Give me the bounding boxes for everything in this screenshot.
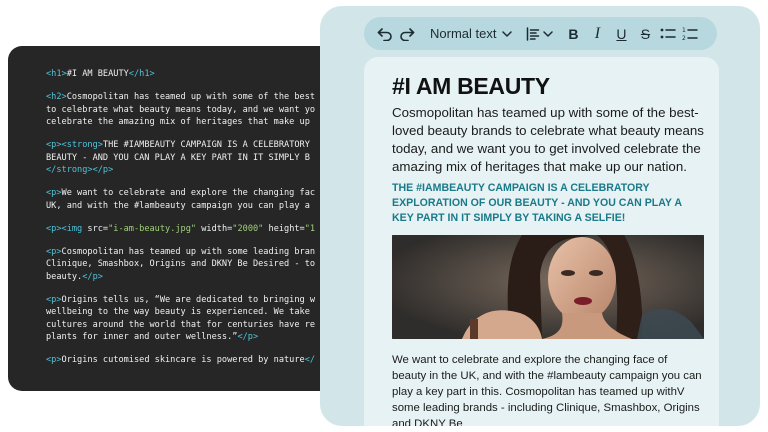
- code-token: </p>: [92, 165, 114, 175]
- redo-button[interactable]: [396, 22, 418, 46]
- code-token: UK, and with the #lambeauty campaign you…: [46, 200, 310, 211]
- code-lines: <h1>#I AM BEAUTY</h1> <h2>Cosmopolitan ha…: [46, 68, 338, 367]
- text-style-dropdown[interactable]: Normal text: [430, 22, 513, 46]
- align-left-icon: [527, 26, 540, 41]
- code-line: <p>Origins tells us, “We are dedicated t…: [46, 294, 338, 307]
- code-token: <p>: [46, 223, 62, 234]
- code-token: <strong>: [61, 140, 103, 150]
- bullet-list-icon: [661, 28, 677, 38]
- code-token: height=: [263, 223, 305, 234]
- code-token: THE #IAMBEAUTY CAMPAIGN IS A CELEBRATORY: [102, 140, 310, 150]
- code-line: <h1>#I AM BEAUTY</h1>: [46, 68, 338, 81]
- code-token: <img: [61, 223, 88, 234]
- code-token: src=: [87, 223, 109, 234]
- code-token: celebrate the amazing mix of heritages t…: [46, 117, 310, 127]
- code-token: wellbeing to the way beauty is experienc…: [46, 307, 310, 317]
- align-dropdown[interactable]: [526, 22, 554, 46]
- code-line: cultures around the world that for centu…: [46, 319, 338, 332]
- code-line: <p>Cosmopolitan has teamed up with some …: [46, 246, 338, 259]
- code-token: We want to celebrate and explore the cha…: [61, 188, 316, 198]
- numbered-list-button[interactable]: 1 2: [679, 22, 701, 46]
- code-line: BEAUTY - AND YOU CAN PLAY A KEY PART IN …: [46, 152, 338, 165]
- bullet-list-button[interactable]: [657, 22, 679, 46]
- code-line: celebrate the amazing mix of heritages t…: [46, 116, 338, 129]
- undo-button[interactable]: [374, 22, 396, 46]
- code-token: "1: [304, 223, 316, 234]
- code-line: <p>Origins cutomised skincare is powered…: [46, 354, 338, 367]
- redo-icon: [400, 27, 415, 41]
- code-token: <p>: [46, 294, 62, 305]
- undo-icon: [377, 27, 392, 41]
- code-token: <p>: [46, 355, 62, 365]
- code-line: </strong></p>: [46, 164, 338, 177]
- code-line: Clinique, Smashbox, Origins and DKNY Be …: [46, 258, 338, 271]
- numbered-list-icon: 1 2: [682, 27, 699, 42]
- rich-text-editor: Normal text B I U S 1 2 #I AM BEAUTY Cos…: [320, 6, 760, 426]
- code-line: plants for inner and outer wellness.”</p…: [46, 331, 338, 344]
- document-title[interactable]: #I AM BEAUTY: [392, 73, 705, 100]
- italic-button[interactable]: I: [585, 22, 609, 46]
- code-token: width=: [196, 223, 233, 234]
- code-token: <p>: [46, 188, 62, 198]
- code-line: <p><img src="i-am-beauty.jpg" width="200…: [46, 223, 338, 236]
- chevron-down-icon: [502, 30, 513, 37]
- code-line: <p><strong>THE #IAMBEAUTY CAMPAIGN IS A …: [46, 139, 338, 152]
- code-line: <h2>Cosmopolitan has teamed up with some…: [46, 91, 338, 104]
- code-line: <p>We want to celebrate and explore the …: [46, 187, 338, 200]
- code-token: BEAUTY - AND YOU CAN PLAY A KEY PART IN …: [46, 152, 310, 163]
- code-token: cultures around the world that for centu…: [46, 319, 316, 330]
- beauty-portrait-image: [392, 235, 704, 339]
- strikethrough-button[interactable]: S: [633, 22, 657, 46]
- code-token: "2000": [232, 223, 264, 234]
- code-token: beauty.: [46, 271, 83, 282]
- svg-text:2: 2: [682, 35, 686, 42]
- code-token: #I AM BEAUTY: [66, 69, 129, 79]
- hero-image[interactable]: [392, 235, 704, 339]
- code-token: </p>: [237, 332, 259, 342]
- code-line: UK, and with the #lambeauty campaign you…: [46, 200, 338, 213]
- document-canvas[interactable]: #I AM BEAUTY Cosmopolitan has teamed up …: [364, 57, 719, 426]
- body-paragraph[interactable]: We want to celebrate and explore the cha…: [392, 352, 704, 426]
- code-token: "i-am-beauty.jpg": [108, 223, 197, 234]
- code-token: <p>: [46, 246, 62, 257]
- underline-button[interactable]: U: [609, 22, 633, 46]
- chevron-down-icon: [543, 30, 554, 37]
- code-token: <h1>: [46, 69, 67, 79]
- bold-button[interactable]: B: [561, 22, 585, 46]
- code-token: </h1>: [128, 69, 155, 79]
- svg-text:1: 1: [682, 27, 686, 34]
- code-token: Cosmopolitan has teamed up with some lea…: [61, 246, 316, 257]
- code-token: <h2>: [46, 92, 67, 102]
- intro-paragraph[interactable]: Cosmopolitan has teamed up with some of …: [392, 104, 710, 176]
- campaign-paragraph[interactable]: THE #IAMBEAUTY CAMPAIGN IS A CELEBRATORY…: [392, 181, 692, 226]
- code-line: beauty.</p>: [46, 271, 338, 284]
- code-token: </: [304, 355, 316, 365]
- code-token: Cosmopolitan has teamed up with some of …: [66, 92, 316, 102]
- code-line: wellbeing to the way beauty is experienc…: [46, 306, 338, 319]
- text-style-label: Normal text: [430, 26, 497, 41]
- code-token: plants for inner and outer wellness.”: [46, 332, 238, 342]
- code-token: to celebrate what beauty means today, an…: [46, 104, 316, 115]
- code-token: </p>: [82, 271, 103, 282]
- code-token: Origins cutomised skincare is powered by…: [61, 355, 305, 365]
- code-token: <p>: [46, 140, 62, 150]
- formatting-toolbar: Normal text B I U S 1 2: [364, 17, 717, 50]
- code-line: to celebrate what beauty means today, an…: [46, 104, 338, 117]
- code-editor-panel[interactable]: <h1>#I AM BEAUTY</h1> <h2>Cosmopolitan ha…: [8, 46, 338, 391]
- code-token: Clinique, Smashbox, Origins and DKNY Be …: [46, 259, 316, 269]
- code-token: Origins tells us, “We are dedicated to b…: [61, 294, 316, 305]
- code-token: </strong>: [46, 165, 93, 175]
